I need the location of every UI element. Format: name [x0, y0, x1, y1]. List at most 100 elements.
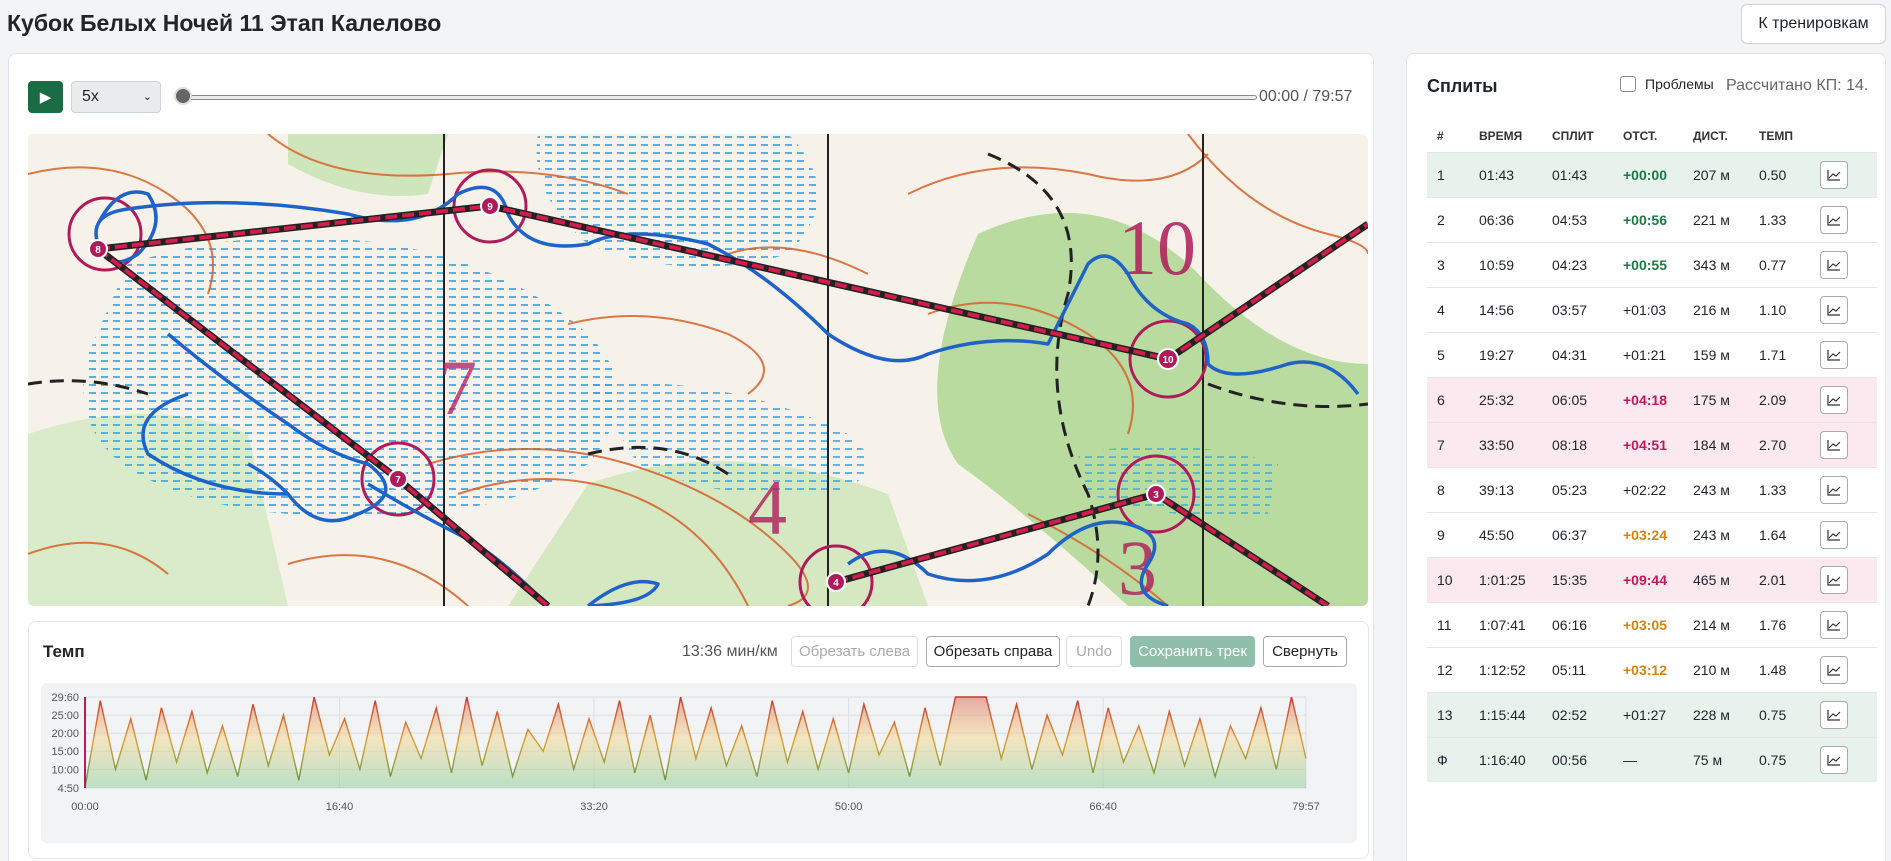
table-row[interactable]: 8 39:13 05:23 +02:22 243 м 1.33 [1427, 467, 1877, 512]
trim-left-button[interactable]: Обрезать слева [791, 636, 918, 667]
split-number: 12 [1437, 662, 1453, 678]
chart-line-icon [1827, 260, 1841, 271]
play-button[interactable]: ▶ [28, 81, 63, 113]
y-tick-label: 25:00 [51, 710, 79, 722]
split-lag: +03:24 [1623, 527, 1667, 543]
split-number: Ф [1437, 752, 1448, 768]
control-marker-8[interactable]: 8 [88, 239, 108, 259]
table-row[interactable]: 1 01:43 01:43 +00:00 207 м 0.50 [1427, 152, 1877, 197]
timeline-slider-thumb[interactable] [174, 87, 192, 105]
chart-line-icon [1827, 710, 1841, 721]
chart-line-icon [1827, 350, 1841, 361]
table-row[interactable]: 3 10:59 04:23 +00:55 343 м 0.77 [1427, 242, 1877, 287]
split-chart-button[interactable] [1820, 296, 1848, 324]
table-row[interactable]: 6 25:32 06:05 +04:18 175 м 2.09 [1427, 377, 1877, 422]
chart-line-icon [1827, 620, 1841, 631]
split-distance: 175 м [1693, 392, 1730, 408]
split-time: 1:15:44 [1479, 707, 1526, 723]
split-number: 6 [1437, 392, 1445, 408]
collapse-button[interactable]: Свернуть [1263, 636, 1347, 667]
svg-text:3: 3 [1153, 490, 1159, 501]
split-chart-button[interactable] [1820, 386, 1848, 414]
play-icon: ▶ [39, 89, 52, 106]
split-pace: 0.75 [1759, 707, 1787, 723]
split-chart-button[interactable] [1820, 656, 1848, 684]
split-time: 14:56 [1479, 302, 1515, 318]
split-chart-button[interactable] [1820, 521, 1848, 549]
x-tick-label: 66:40 [1089, 801, 1117, 813]
time-readout: 00:00 / 79:57 [1259, 88, 1353, 105]
col-header-pace: ТЕМП [1759, 129, 1793, 143]
split-duration: 15:35 [1552, 572, 1588, 588]
split-time: 25:32 [1479, 392, 1515, 408]
chart-line-icon [1827, 575, 1841, 586]
table-row[interactable]: 5 19:27 04:31 +01:21 159 м 1.71 [1427, 332, 1877, 377]
save-track-button[interactable]: Сохранить трек [1130, 636, 1255, 667]
split-duration: 00:56 [1552, 752, 1588, 768]
svg-text:10: 10 [1162, 355, 1174, 366]
split-pace: 1.33 [1759, 212, 1787, 228]
problems-filter[interactable]: Проблемы [1620, 76, 1714, 92]
control-marker-7[interactable]: 7 [388, 469, 408, 489]
split-time: 1:07:41 [1479, 617, 1526, 633]
split-chart-button[interactable] [1820, 161, 1848, 189]
timeline-slider[interactable] [189, 95, 1257, 100]
table-row[interactable]: 12 1:12:52 05:11 +03:12 210 м 1.48 [1427, 647, 1877, 692]
split-distance: 343 м [1693, 257, 1730, 273]
split-time: 01:43 [1479, 167, 1515, 183]
table-row[interactable]: 7 33:50 08:18 +04:51 184 м 2.70 [1427, 422, 1877, 467]
split-lag: +01:03 [1623, 302, 1667, 318]
table-row[interactable]: 10 1:01:25 15:35 +09:44 465 м 2.01 [1427, 557, 1877, 602]
speed-select[interactable]: 5x ⌄ [71, 81, 161, 113]
undo-button[interactable]: Undo [1066, 636, 1122, 667]
split-chart-button[interactable] [1820, 251, 1848, 279]
control-marker-4[interactable]: 4 [826, 572, 846, 592]
split-pace: 2.70 [1759, 437, 1787, 453]
split-chart-button[interactable] [1820, 476, 1848, 504]
chart-line-icon [1827, 665, 1841, 676]
table-row[interactable]: 2 06:36 04:53 +00:56 221 м 1.33 [1427, 197, 1877, 242]
table-row[interactable]: 13 1:15:44 02:52 +01:27 228 м 0.75 [1427, 692, 1877, 737]
control-marker-9[interactable]: 9 [480, 196, 500, 216]
split-chart-button[interactable] [1820, 206, 1848, 234]
split-duration: 06:05 [1552, 392, 1588, 408]
chart-line-icon [1827, 440, 1841, 451]
split-distance: 243 м [1693, 482, 1730, 498]
control-marker-3[interactable]: 3 [1146, 484, 1166, 504]
pace-chart[interactable]: 29:60 25:00 20:00 15:00 10:00 4:50 00:00 16:40 3… [41, 683, 1357, 843]
split-chart-button[interactable] [1820, 341, 1848, 369]
orienteering-map[interactable]: 10 7 4 3 8 9 10 7 3 4 [28, 134, 1368, 606]
table-row[interactable]: 9 45:50 06:37 +03:24 243 м 1.64 [1427, 512, 1877, 557]
split-pace: 2.09 [1759, 392, 1787, 408]
split-chart-button[interactable] [1820, 611, 1848, 639]
split-time: 39:13 [1479, 482, 1515, 498]
table-row[interactable]: 4 14:56 03:57 +01:03 216 м 1.10 [1427, 287, 1877, 332]
split-time: 19:27 [1479, 347, 1515, 363]
y-tick-label: 29:60 [51, 692, 79, 704]
split-number: 7 [1437, 437, 1445, 453]
back-to-trainings-button[interactable]: К тренировкам [1741, 4, 1886, 44]
table-row[interactable]: 11 1:07:41 06:16 +03:05 214 м 1.76 [1427, 602, 1877, 647]
split-distance: 210 м [1693, 662, 1730, 678]
split-chart-button[interactable] [1820, 701, 1848, 729]
split-chart-button[interactable] [1820, 566, 1848, 594]
split-distance: 221 м [1693, 212, 1730, 228]
split-chart-button[interactable] [1820, 431, 1848, 459]
split-distance: 75 м [1693, 752, 1723, 768]
col-header-time: ВРЕМЯ [1479, 129, 1523, 143]
split-duration: 04:53 [1552, 212, 1588, 228]
split-time: 33:50 [1479, 437, 1515, 453]
split-lag: +09:44 [1623, 572, 1667, 588]
split-time: 1:16:40 [1479, 752, 1526, 768]
chevron-down-icon: ⌄ [142, 91, 152, 103]
trim-right-button[interactable]: Обрезать справа [926, 636, 1060, 667]
split-number: 9 [1437, 527, 1445, 543]
problems-checkbox[interactable] [1620, 76, 1636, 92]
col-header-lag: ОТСТ. [1623, 129, 1658, 143]
split-chart-button[interactable] [1820, 746, 1848, 774]
table-row[interactable]: Ф 1:16:40 00:56 — 75 м 0.75 [1427, 737, 1877, 782]
split-time: 1:01:25 [1479, 572, 1526, 588]
map-number-4: 4 [748, 464, 787, 551]
speed-value: 5x [82, 88, 99, 105]
control-marker-10[interactable]: 10 [1157, 348, 1179, 370]
